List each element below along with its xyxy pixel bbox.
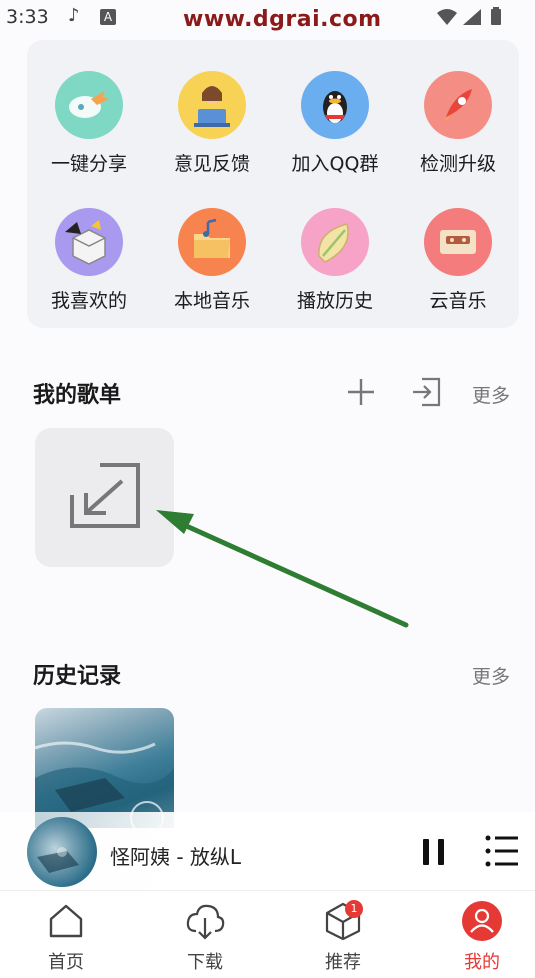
recommend-badge: 1 — [345, 900, 363, 918]
local-folder-icon — [178, 208, 246, 276]
qq-penguin-icon — [301, 71, 369, 139]
quick-action-label: 云音乐 — [429, 290, 487, 312]
home-icon — [49, 904, 83, 938]
nav-label: 首页 — [48, 952, 84, 973]
cloud-download-icon — [186, 904, 225, 940]
pause-icon[interactable] — [420, 836, 448, 868]
nav-label: 推荐 — [325, 952, 361, 973]
annotation-arrow — [156, 510, 409, 628]
feedback-icon — [178, 71, 246, 139]
quick-action-share[interactable]: 一键分享 — [27, 71, 151, 191]
quick-action-label: 加入QQ群 — [291, 153, 379, 175]
favorites-box-icon — [55, 208, 123, 276]
bottom-nav: 首页 下载 推荐 我的 — [0, 890, 535, 978]
user-icon — [462, 901, 502, 941]
playlist-more-link[interactable]: 更多 — [472, 381, 510, 408]
notification-a-icon: A — [100, 9, 116, 25]
battery-icon — [491, 9, 501, 25]
quick-action-label: 播放历史 — [296, 290, 373, 312]
nav-label: 我的 — [464, 952, 500, 973]
history-leaf-icon — [301, 208, 369, 276]
quick-action-cloud-music[interactable]: 云音乐 — [396, 208, 520, 328]
status-time: 3:33 — [6, 6, 49, 28]
history-item-thumbnail[interactable] — [35, 708, 174, 828]
mini-player-title: 怪阿姨 - 放纵L — [110, 845, 242, 869]
quick-action-play-history[interactable]: 播放历史 — [273, 208, 397, 328]
import-arrow-icon — [70, 463, 140, 528]
mini-player[interactable]: 怪阿姨 - 放纵L — [0, 812, 535, 890]
nav-item-recommend[interactable]: 推荐 — [293, 891, 393, 978]
playlist-queue-icon[interactable] — [484, 834, 520, 868]
history-section-title: 历史记录 — [33, 664, 122, 689]
nav-item-mine[interactable]: 我的 — [432, 891, 532, 978]
nav-item-home[interactable]: 首页 — [16, 891, 116, 978]
plus-icon[interactable] — [345, 376, 377, 408]
status-right-icons — [435, 7, 525, 31]
music-note-icon: ♪ — [68, 5, 80, 26]
status-bar: 3:33 ♪ A www.dgrai.com — [0, 0, 535, 36]
nav-label: 下载 — [187, 952, 223, 973]
quick-action-favorites[interactable]: 我喜欢的 — [27, 208, 151, 328]
nav-item-download[interactable]: 下载 — [155, 891, 255, 978]
cloud-cassette-icon — [424, 208, 492, 276]
quick-action-label: 意见反馈 — [173, 153, 250, 175]
quick-action-feedback[interactable]: 意见反馈 — [150, 71, 274, 191]
share-icon — [55, 71, 123, 139]
quick-action-label: 一键分享 — [50, 153, 127, 175]
upgrade-icon — [424, 71, 492, 139]
quick-action-check-upgrade[interactable]: 检测升级 — [396, 71, 520, 191]
wifi-icon — [437, 9, 457, 25]
history-more-link[interactable]: 更多 — [472, 662, 510, 689]
quick-action-join-qq[interactable]: 加入QQ群 — [273, 71, 397, 191]
quick-action-label: 检测升级 — [419, 153, 496, 175]
mini-player-cover[interactable] — [27, 817, 97, 887]
quick-action-label: 本地音乐 — [173, 290, 250, 312]
watermark-text: www.dgrai.com — [183, 7, 382, 32]
quick-actions-card: 一键分享 意见反馈 加入QQ群 检测升级 我喜欢的 本地音乐 播放历史 云音乐 — [27, 40, 519, 328]
import-icon[interactable] — [410, 376, 442, 408]
signal-icon — [463, 9, 481, 25]
quick-action-label: 我喜欢的 — [50, 290, 127, 312]
playlist-section-title: 我的歌单 — [33, 383, 122, 408]
quick-action-local-music[interactable]: 本地音乐 — [150, 208, 274, 328]
